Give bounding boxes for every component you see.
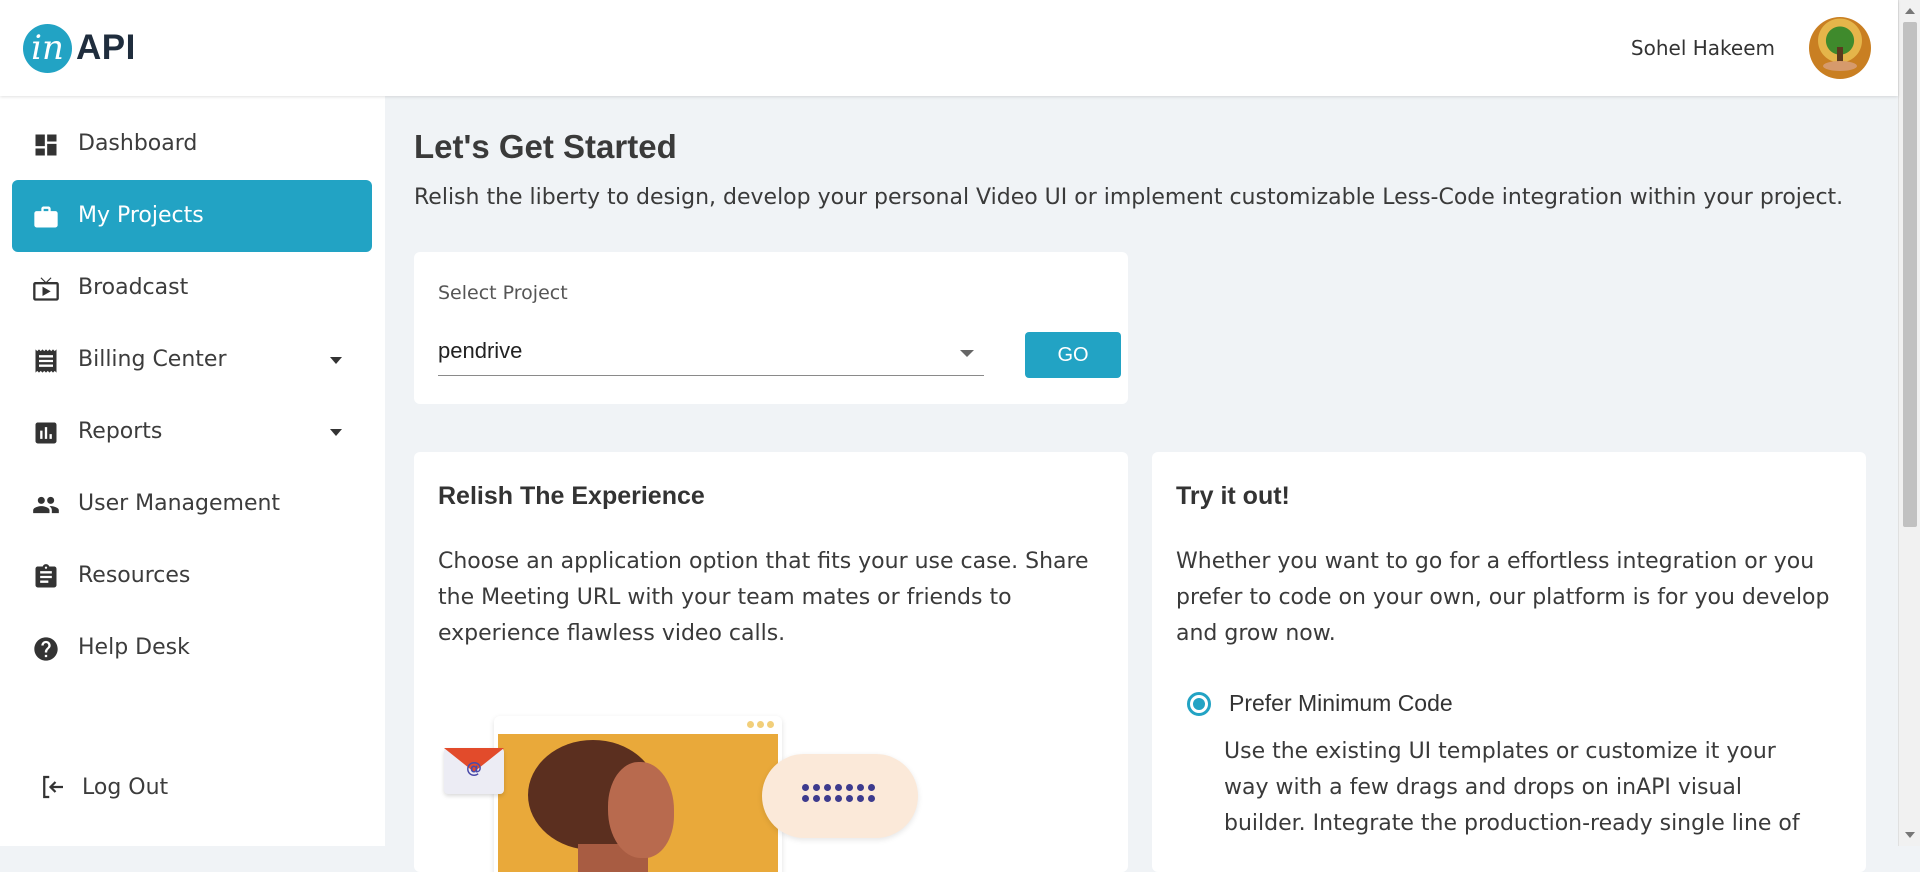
project-select[interactable]: pendrive <box>438 332 984 376</box>
clipboard-icon <box>35 564 57 588</box>
user-name[interactable]: Sohel Hakeem <box>1631 36 1775 60</box>
receipt-icon <box>35 349 57 373</box>
sidebar-item-label: My Projects <box>78 203 204 228</box>
logout-icon <box>43 775 63 799</box>
experience-card-text: Choose an application option that fits y… <box>438 549 1089 646</box>
help-icon <box>34 637 58 661</box>
sidebar-item-resources[interactable]: Resources <box>12 540 372 612</box>
logout-label: Log Out <box>82 774 169 800</box>
bar-chart-icon <box>35 422 57 444</box>
tv-icon <box>33 277 59 301</box>
sidebar-item-label: Help Desk <box>78 635 190 660</box>
scroll-down-icon[interactable] <box>1905 832 1915 838</box>
chat-bubble-icon <box>762 754 918 838</box>
avatar[interactable] <box>1809 17 1871 79</box>
scrollbar-thumb[interactable] <box>1903 22 1917 527</box>
sidebar-item-billing-center[interactable]: Billing Center <box>12 324 372 396</box>
try-it-out-card: Try it out! Whether you want to go for a… <box>1152 452 1866 872</box>
sidebar-item-help-desk[interactable]: Help Desk <box>12 612 372 684</box>
sidebar-item-label: Reports <box>78 419 163 444</box>
page-scrollbar[interactable] <box>1898 0 1920 846</box>
sidebar-item-reports[interactable]: Reports <box>12 396 372 468</box>
window-dots <box>747 721 774 728</box>
experience-card-title: Relish The Experience <box>438 482 705 510</box>
dashboard-icon <box>35 134 57 156</box>
page-subtitle: Relish the liberty to design, develop yo… <box>414 185 1844 210</box>
sidebar: Dashboard My Projects Broadcast Billing … <box>0 96 385 846</box>
logout-button[interactable]: Log Out <box>38 772 168 802</box>
chevron-down-icon <box>330 357 342 364</box>
experience-card: Relish The Experience Choose an applicat… <box>414 452 1128 872</box>
radio-button[interactable] <box>1187 691 1211 716</box>
main-content: Let's Get Started Relish the liberty to … <box>385 96 1898 872</box>
scroll-up-icon[interactable] <box>1905 8 1915 14</box>
chevron-down-icon <box>330 429 342 436</box>
briefcase-icon <box>34 206 58 228</box>
sidebar-item-label: Billing Center <box>78 347 227 372</box>
top-header: in API Sohel Hakeem <box>0 0 1898 96</box>
go-button[interactable]: GO <box>1025 332 1121 378</box>
option-label: Prefer Minimum Code <box>1229 690 1453 716</box>
chevron-down-icon <box>960 350 974 357</box>
sidebar-item-label: Dashboard <box>78 131 198 156</box>
sidebar-item-label: User Management <box>78 491 281 516</box>
users-icon <box>33 496 59 514</box>
sidebar-item-user-management[interactable]: User Management <box>12 468 372 540</box>
video-call-illustration: @ <box>444 702 924 872</box>
select-project-card: Select Project pendrive GO <box>414 252 1128 404</box>
sidebar-item-label: Broadcast <box>78 275 189 300</box>
project-select-value: pendrive <box>438 338 523 363</box>
option-minimum-code[interactable]: Prefer Minimum Code <box>1187 690 1453 717</box>
illustration-screen <box>494 716 782 872</box>
logo-text: API <box>76 28 136 67</box>
sidebar-item-label: Resources <box>78 563 191 588</box>
illustration-video <box>498 734 778 872</box>
sidebar-item-broadcast[interactable]: Broadcast <box>12 252 372 324</box>
avatar-hand <box>1823 61 1857 71</box>
try-card-title: Try it out! <box>1176 482 1290 510</box>
select-project-label: Select Project <box>438 282 568 304</box>
page-title: Let's Get Started <box>414 128 677 165</box>
illustration-face <box>608 762 674 858</box>
option-description: Use the existing UI templates or customi… <box>1224 739 1800 836</box>
sidebar-item-my-projects[interactable]: My Projects <box>12 180 372 252</box>
app-logo[interactable]: in API <box>23 23 136 73</box>
sidebar-item-dashboard[interactable]: Dashboard <box>12 108 372 180</box>
try-card-text: Whether you want to go for a effortless … <box>1176 549 1830 646</box>
email-icon: @ <box>444 748 504 794</box>
logo-mark: in <box>23 23 72 73</box>
